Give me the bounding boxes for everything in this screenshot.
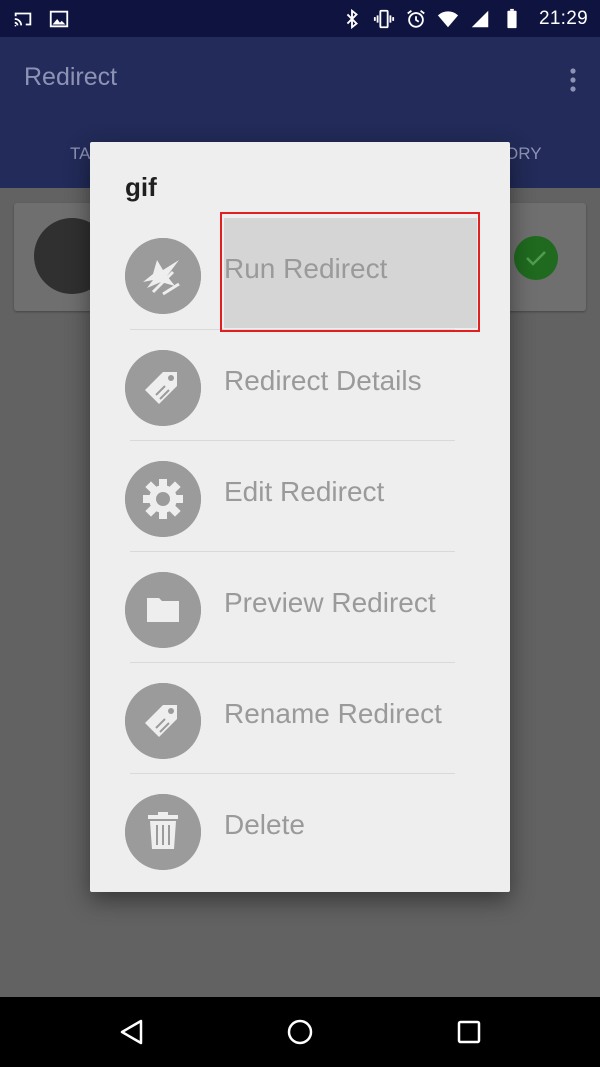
image-icon [48, 8, 70, 30]
menu-item-label: Preview Redirect [224, 587, 436, 618]
menu-item-edit-redirect[interactable]: Edit Redirect [90, 441, 510, 552]
status-bar: 21:29 [0, 0, 600, 37]
overflow-menu-icon[interactable] [568, 67, 578, 93]
menu-item-label: Redirect Details [224, 365, 422, 396]
screen: 21:29 Redirect TA ORY gif Run Redirect R… [0, 0, 600, 1067]
status-time: 21:29 [538, 7, 588, 29]
wifi-icon [437, 8, 459, 30]
vibrate-icon [373, 8, 395, 30]
menu-item-redirect-details[interactable]: Redirect Details [90, 330, 510, 441]
tab-right[interactable]: ORY [505, 144, 542, 164]
check-icon [514, 236, 558, 280]
app-title: Redirect [24, 63, 118, 91]
signal-icon [469, 8, 491, 30]
menu-item-rename-redirect[interactable]: Rename Redirect [90, 663, 510, 774]
navigation-bar [0, 997, 600, 1067]
gear-icon [125, 461, 201, 537]
bluetooth-icon [341, 8, 363, 30]
dialog-title: gif [125, 172, 157, 202]
menu-item-delete[interactable]: Delete [90, 774, 510, 885]
recents-icon[interactable] [454, 1017, 484, 1047]
cast-icon [12, 8, 34, 30]
tab-left[interactable]: TA [70, 144, 90, 164]
menu-item-label: Delete [224, 809, 305, 840]
folder-icon [125, 572, 201, 648]
tag-icon [125, 683, 201, 759]
redirect-arrows-icon [125, 238, 201, 314]
home-icon[interactable] [285, 1017, 315, 1047]
back-icon[interactable] [117, 1017, 147, 1047]
battery-icon [501, 8, 523, 30]
alarm-icon [405, 8, 427, 30]
menu-item-preview-redirect[interactable]: Preview Redirect [90, 552, 510, 663]
menu-item-label: Edit Redirect [224, 476, 385, 507]
menu-item-label: Rename Redirect [224, 698, 442, 729]
tag-icon [125, 350, 201, 426]
selection-outline [220, 212, 480, 332]
trash-icon [125, 794, 201, 870]
